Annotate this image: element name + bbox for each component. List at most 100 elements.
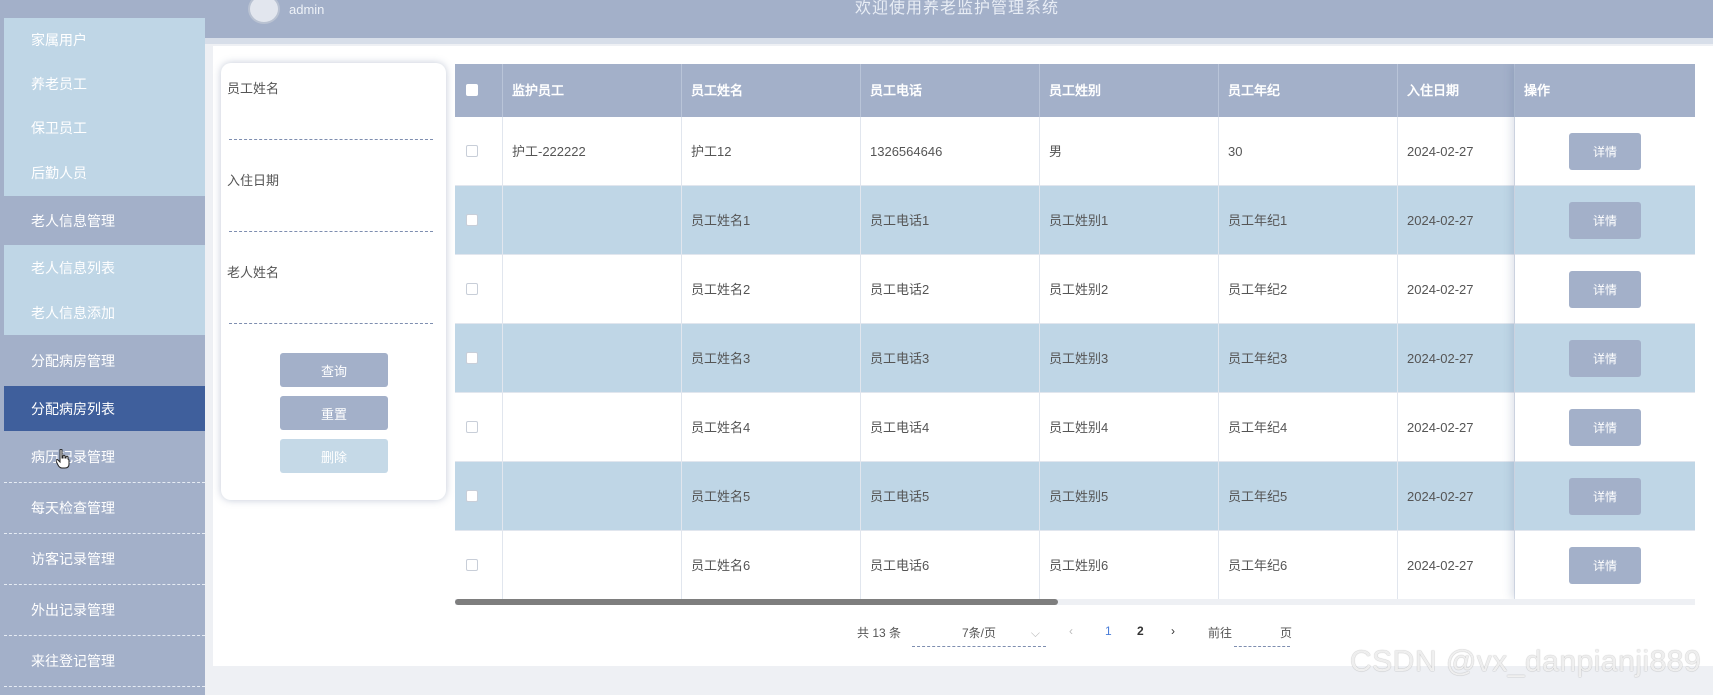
sidebar-group-ward-assignment[interactable]: 分配病房管理: [4, 335, 205, 386]
detail-button[interactable]: 详情: [1569, 133, 1641, 170]
table-row[interactable]: 护工-222222 护工12 1326564646 男 30 2024-02-27 详情: [455, 117, 1695, 186]
row-checkbox[interactable]: [466, 559, 478, 571]
current-user: admin: [289, 2, 325, 17]
elderly-name-input[interactable]: [229, 296, 433, 324]
column-header-guardian[interactable]: 监护员工: [503, 64, 682, 117]
table-row[interactable]: 员工姓名6 员工电话6 员工姓别6 员工年纪6 2024-02-27 详情: [455, 531, 1695, 599]
sidebar-item-label: 访客记录管理: [31, 551, 115, 567]
watermark: CSDN @vx_danpianji889: [1350, 645, 1702, 678]
sidebar-group-visit-registration[interactable]: 来往登记管理: [4, 636, 205, 687]
cell-name: 员工姓名4: [682, 393, 861, 462]
page-number-2[interactable]: 2: [1137, 624, 1144, 638]
table-row[interactable]: 员工姓名3 员工电话3 员工姓别3 员工年纪3 2024-02-27 详情: [455, 324, 1695, 393]
column-header-gender[interactable]: 员工姓别: [1040, 64, 1219, 117]
horizontal-scrollbar-thumb[interactable]: [455, 599, 1058, 605]
hand-cursor-icon: [56, 449, 70, 469]
page-number-1[interactable]: 1: [1105, 624, 1112, 638]
sidebar-item-label: 老人信息管理: [31, 212, 115, 229]
detail-button[interactable]: 详情: [1569, 340, 1641, 377]
cell-age: 员工年纪3: [1219, 324, 1398, 393]
table-header: 监护员工 员工姓名 员工电话 员工姓别 员工年纪 入住日期 操作: [455, 64, 1695, 117]
row-checkbox[interactable]: [466, 214, 478, 226]
cell-name: 员工姓名3: [682, 324, 861, 393]
cell-phone: 员工电话1: [861, 186, 1040, 255]
sidebar-group-medical-records[interactable]: 病历记录管理: [4, 431, 205, 483]
row-checkbox[interactable]: [466, 421, 478, 433]
sidebar-item-label: 养老员工: [31, 75, 87, 92]
row-select-cell: [455, 324, 503, 393]
page-title: 欢迎使用养老监护管理系统: [855, 0, 1060, 17]
detail-button[interactable]: 详情: [1569, 271, 1641, 308]
column-header-date[interactable]: 入住日期: [1398, 64, 1515, 117]
row-checkbox[interactable]: [466, 145, 478, 157]
sidebar-item-ward-list[interactable]: 分配病房列表: [4, 386, 205, 431]
row-checkbox[interactable]: [466, 352, 478, 364]
checkin-date-label: 入住日期: [227, 173, 280, 188]
column-header-actions: 操作: [1524, 83, 1551, 98]
employee-name-input[interactable]: [229, 112, 433, 140]
detail-button[interactable]: 详情: [1569, 478, 1641, 515]
checkin-date-input[interactable]: [229, 204, 433, 232]
cell-gender: 员工姓别2: [1040, 255, 1219, 324]
cell-actions: 详情: [1515, 324, 1695, 393]
column-header-name[interactable]: 员工姓名: [682, 64, 861, 117]
data-table: 监护员工 员工姓名 员工电话 员工姓别 员工年纪 入住日期 操作 护工-2222…: [455, 64, 1695, 599]
sidebar-item-label: 来往登记管理: [31, 653, 115, 669]
row-checkbox[interactable]: [466, 283, 478, 295]
goto-label: 前往: [1208, 626, 1233, 640]
sidebar-item-label: 家属用户: [31, 31, 87, 48]
cell-name: 员工姓名6: [682, 531, 861, 599]
column-header-phone[interactable]: 员工电话: [861, 64, 1040, 117]
cell-name: 护工12: [682, 117, 861, 186]
sidebar-item-logistics-staff[interactable]: 后勤人员: [4, 150, 205, 196]
sidebar-group-visitor-records[interactable]: 访客记录管理: [4, 534, 205, 585]
column-header-age[interactable]: 员工年纪: [1219, 64, 1398, 117]
table-row[interactable]: 员工姓名1 员工电话1 员工姓别1 员工年纪1 2024-02-27 详情: [455, 186, 1695, 255]
sidebar-item-elderly-list[interactable]: 老人信息列表: [4, 245, 205, 290]
sidebar-item-family-users[interactable]: 家属用户: [4, 18, 205, 61]
table-row[interactable]: 员工姓名2 员工电话2 员工姓别2 员工年纪2 2024-02-27 详情: [455, 255, 1695, 324]
sidebar-item-label: 后勤人员: [31, 165, 87, 181]
sidebar-item-label: 分配病房管理: [31, 352, 115, 369]
row-select-cell: [455, 186, 503, 255]
row-select-cell: [455, 462, 503, 531]
select-all-checkbox[interactable]: [466, 84, 478, 96]
detail-button[interactable]: 详情: [1569, 547, 1641, 584]
sidebar-group-daily-checks[interactable]: 每天检查管理: [4, 483, 205, 534]
cell-actions: 详情: [1515, 393, 1695, 462]
sidebar-item-label: 每天检查管理: [31, 500, 115, 516]
row-select-cell: [455, 531, 503, 599]
sidebar-group-elderly-info[interactable]: 老人信息管理: [4, 196, 205, 245]
row-checkbox[interactable]: [466, 490, 478, 502]
cell-age: 员工年纪6: [1219, 531, 1398, 599]
cell-actions: 详情: [1515, 255, 1695, 324]
delete-button[interactable]: 删除: [280, 439, 388, 473]
cell-actions: 详情: [1515, 186, 1695, 255]
table-row[interactable]: 员工姓名5 员工电话5 员工姓别5 员工年纪5 2024-02-27 详情: [455, 462, 1695, 531]
cell-phone: 1326564646: [861, 117, 1040, 186]
reset-button[interactable]: 重置: [280, 396, 388, 430]
page-size-select[interactable]: 7条/页 ⌵: [912, 619, 1046, 647]
cell-actions: 详情: [1515, 117, 1695, 186]
detail-button[interactable]: 详情: [1569, 409, 1641, 446]
detail-button[interactable]: 详情: [1569, 202, 1641, 239]
table-row[interactable]: 员工姓名4 员工电话4 员工姓别4 员工年纪4 2024-02-27 详情: [455, 393, 1695, 462]
prev-page-icon[interactable]: ‹: [1069, 624, 1073, 638]
cell-phone: 员工电话3: [861, 324, 1040, 393]
sidebar-item-elderly-add[interactable]: 老人信息添加: [4, 290, 205, 335]
cell-guardian: [503, 531, 682, 599]
sidebar-group-outing-records[interactable]: 外出记录管理: [4, 585, 205, 636]
sidebar-item-security-staff[interactable]: 保卫员工: [4, 106, 205, 150]
cell-age: 员工年纪2: [1219, 255, 1398, 324]
sidebar-item-label: 病历记录管理: [31, 448, 115, 465]
sidebar-item-care-staff[interactable]: 养老员工: [4, 61, 205, 106]
row-select-cell: [455, 117, 503, 186]
cell-age: 员工年纪5: [1219, 462, 1398, 531]
next-page-icon[interactable]: ›: [1171, 624, 1175, 638]
employee-name-label: 员工姓名: [227, 81, 280, 96]
cell-date: 2024-02-27: [1398, 462, 1515, 531]
cell-guardian: [503, 255, 682, 324]
cell-guardian: 护工-222222: [503, 117, 682, 186]
query-button[interactable]: 查询: [280, 353, 388, 387]
cell-name: 员工姓名1: [682, 186, 861, 255]
